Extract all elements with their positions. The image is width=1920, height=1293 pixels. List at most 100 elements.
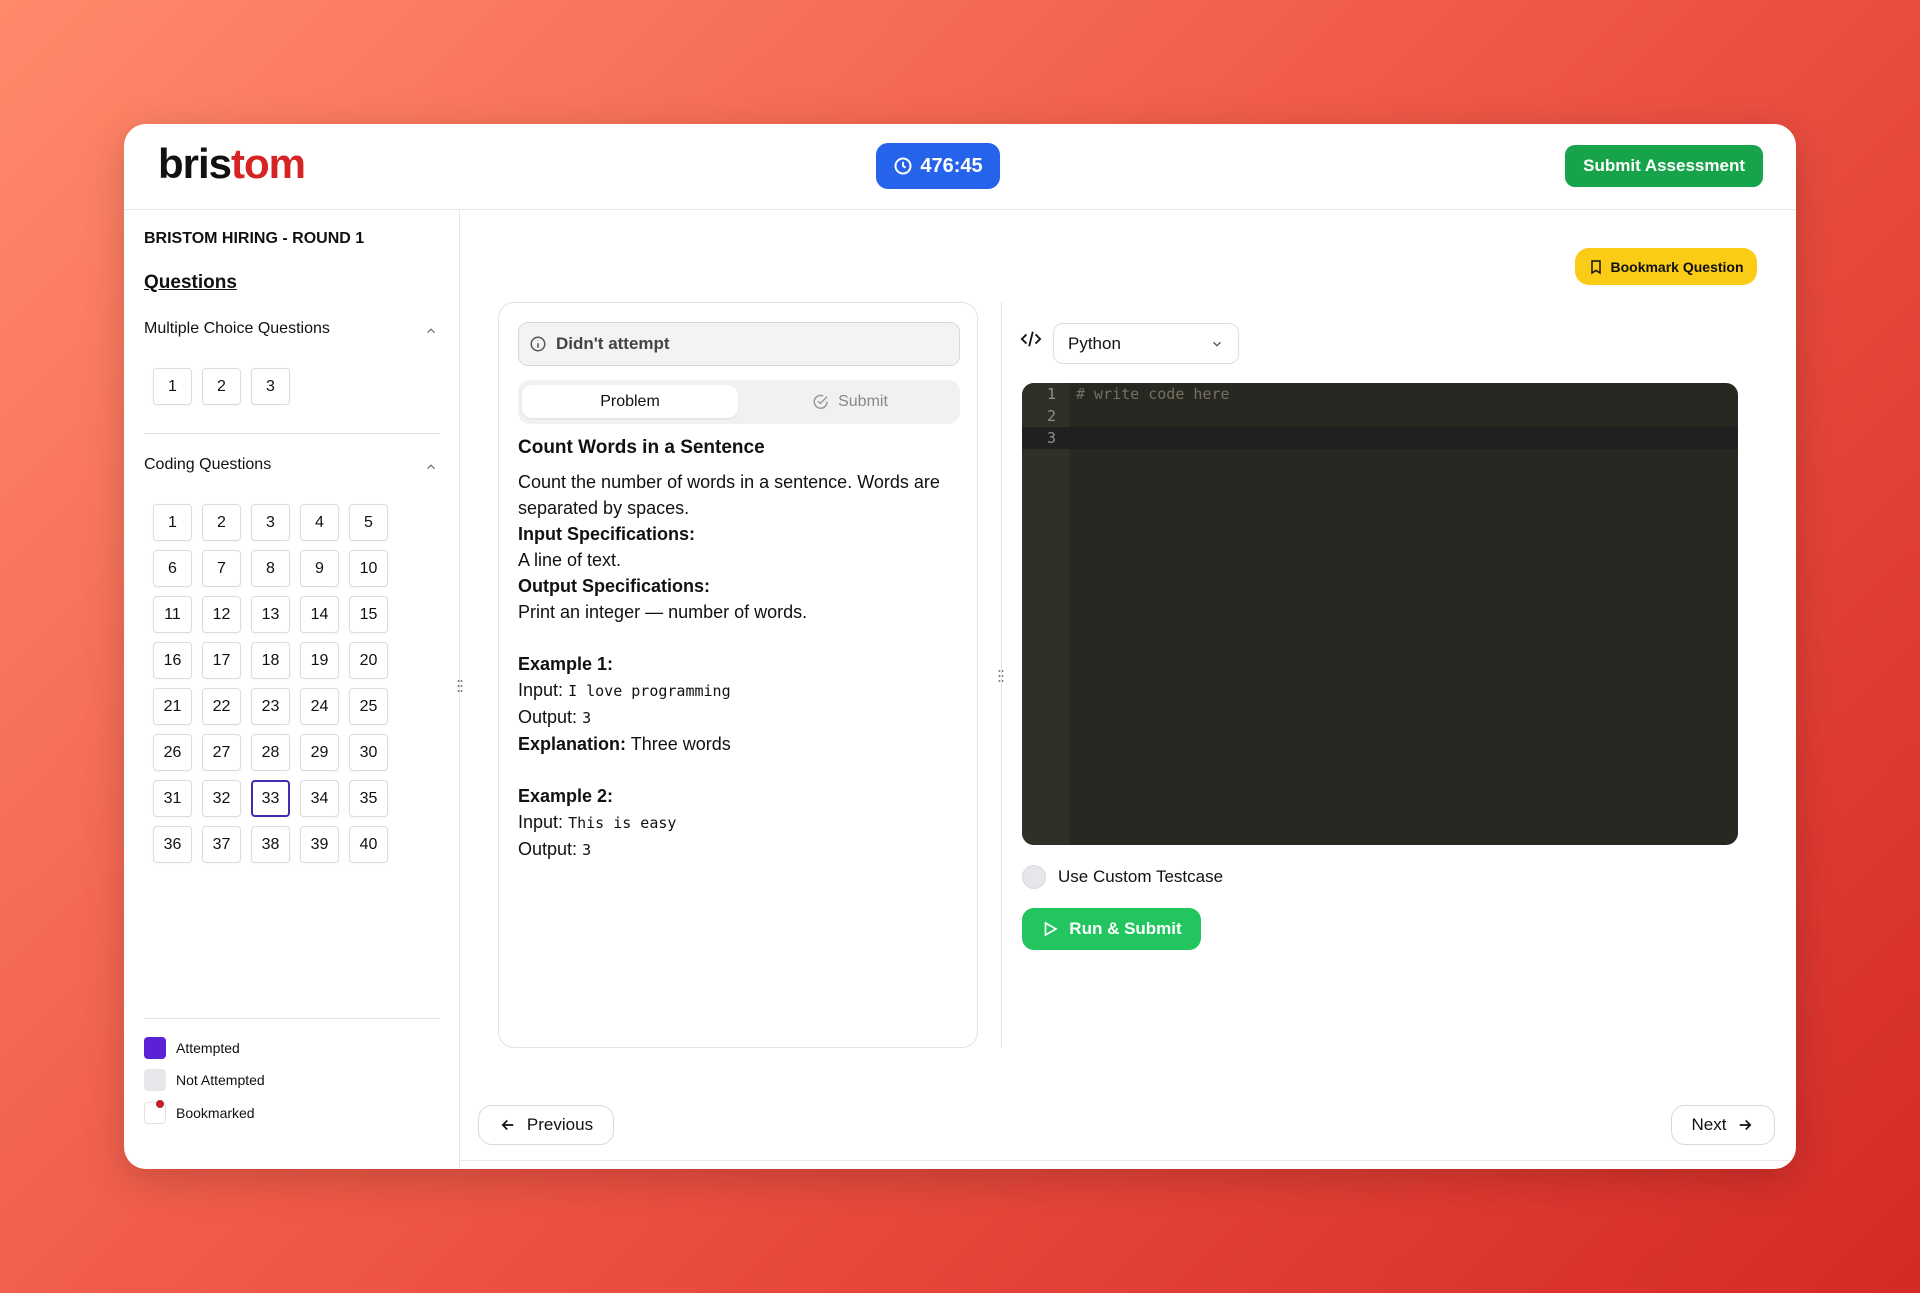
coding-question-button[interactable]: 25 <box>349 688 388 725</box>
coding-question-button[interactable]: 5 <box>349 504 388 541</box>
code-line-active[interactable]: 3 <box>1022 427 1738 449</box>
example1-input-value: I love programming <box>568 682 731 700</box>
coding-question-button[interactable]: 27 <box>202 734 241 771</box>
tab-problem[interactable]: Problem <box>522 385 738 418</box>
coding-question-button[interactable]: 22 <box>202 688 241 725</box>
coding-question-button[interactable]: 15 <box>349 596 388 633</box>
code-line[interactable]: 2 <box>1022 405 1738 427</box>
footer-divider <box>460 1160 1796 1161</box>
line-number: 3 <box>1046 429 1056 447</box>
example1-explanation-text: Three words <box>630 734 731 754</box>
attempt-status: Didn't attempt <box>518 322 960 366</box>
chevron-up-icon[interactable] <box>424 460 438 474</box>
coding-section-heading[interactable]: Coding Questions <box>144 456 271 474</box>
play-icon <box>1044 921 1058 937</box>
coding-question-button[interactable]: 3 <box>251 504 290 541</box>
coding-question-button[interactable]: 33 <box>251 780 290 817</box>
next-button[interactable]: Next <box>1671 1105 1775 1145</box>
example2-label: Example 2: <box>518 786 614 806</box>
tab-submit[interactable]: Submit <box>744 385 956 418</box>
coding-question-button[interactable]: 29 <box>300 734 339 771</box>
example2-input: Input: This is easy <box>518 809 968 836</box>
coding-question-button[interactable]: 30 <box>349 734 388 771</box>
coding-question-button[interactable]: 10 <box>349 550 388 587</box>
coding-question-button[interactable]: 16 <box>153 642 192 679</box>
coding-question-button[interactable]: 24 <box>300 688 339 725</box>
coding-question-button[interactable]: 38 <box>251 826 290 863</box>
attempted-swatch <box>144 1037 166 1059</box>
round-title: BRISTOM HIRING - ROUND 1 <box>144 230 365 247</box>
coding-question-button[interactable]: 7 <box>202 550 241 587</box>
coding-question-button[interactable]: 39 <box>300 826 339 863</box>
example2-output-value: 3 <box>582 841 592 859</box>
question-sidebar: BRISTOM HIRING - ROUND 1 Questions Multi… <box>124 210 460 1169</box>
line-gutter <box>1022 383 1070 845</box>
legend-bookmarked: Bookmarked <box>144 1100 255 1124</box>
coding-question-button[interactable]: 26 <box>153 734 192 771</box>
coding-question-button[interactable]: 36 <box>153 826 192 863</box>
next-label: Next <box>1691 1115 1727 1134</box>
coding-question-button[interactable]: 1 <box>153 504 192 541</box>
tab-submit-label: Submit <box>838 392 888 410</box>
custom-testcase-label: Use Custom Testcase <box>1058 867 1224 886</box>
output-label: Output: <box>518 839 578 859</box>
bookmark-icon <box>1591 259 1602 274</box>
previous-button[interactable]: Previous <box>478 1105 614 1145</box>
coding-question-button[interactable]: 21 <box>153 688 192 725</box>
legend-not-attempted: Not Attempted <box>144 1069 265 1091</box>
mcq-question-button[interactable]: 2 <box>202 368 241 405</box>
custom-testcase-toggle[interactable] <box>1022 865 1046 889</box>
mcq-section-heading[interactable]: Multiple Choice Questions <box>144 320 330 338</box>
example1-label: Example 1: <box>518 654 614 674</box>
code-line[interactable]: 1 # write code here <box>1022 383 1738 405</box>
coding-question-button[interactable]: 28 <box>251 734 290 771</box>
logo-part1: bris <box>158 140 232 187</box>
coding-question-button[interactable]: 6 <box>153 550 192 587</box>
input-label: Input: <box>518 812 564 832</box>
coding-question-button[interactable]: 18 <box>251 642 290 679</box>
top-header: bristom 476:45 Submit Assessment <box>124 124 1796 210</box>
coding-question-button[interactable]: 31 <box>153 780 192 817</box>
chevron-up-icon[interactable] <box>424 324 438 338</box>
run-submit-button[interactable]: Run & Submit <box>1022 908 1201 950</box>
mcq-question-button[interactable]: 3 <box>251 368 290 405</box>
coding-question-button[interactable]: 13 <box>251 596 290 633</box>
custom-testcase-row: Use Custom Testcase <box>1022 865 1223 889</box>
coding-question-button[interactable]: 20 <box>349 642 388 679</box>
coding-question-button[interactable]: 4 <box>300 504 339 541</box>
bookmark-label: Bookmark Question <box>1610 258 1744 275</box>
legend-divider <box>144 1018 440 1019</box>
language-select[interactable]: Python <box>1053 323 1239 364</box>
coding-question-button[interactable]: 9 <box>300 550 339 587</box>
coding-question-button[interactable]: 17 <box>202 642 241 679</box>
mcq-question-grid: 123 <box>153 368 388 405</box>
code-editor[interactable]: 1 # write code here 2 3 <box>1022 383 1738 845</box>
legend-not-attempted-label: Not Attempted <box>176 1072 265 1088</box>
coding-question-button[interactable]: 32 <box>202 780 241 817</box>
coding-question-button[interactable]: 8 <box>251 550 290 587</box>
coding-question-button[interactable]: 11 <box>153 596 192 633</box>
sidebar-resize-handle[interactable] <box>457 679 463 693</box>
coding-question-button[interactable]: 12 <box>202 596 241 633</box>
line-number: 1 <box>1046 385 1056 403</box>
problem-title: Count Words in a Sentence <box>518 437 765 458</box>
coding-question-button[interactable]: 14 <box>300 596 339 633</box>
submit-assessment-button[interactable]: Submit Assessment <box>1565 145 1763 187</box>
code-icon <box>1020 331 1042 347</box>
mcq-question-button[interactable]: 1 <box>153 368 192 405</box>
coding-question-button[interactable]: 2 <box>202 504 241 541</box>
coding-question-button[interactable]: 35 <box>349 780 388 817</box>
assessment-window: bristom 476:45 Submit Assessment BRISTOM… <box>124 124 1796 1169</box>
example1-input: Input: I love programming <box>518 677 968 704</box>
timer-value: 476:45 <box>920 154 983 177</box>
coding-question-button[interactable]: 23 <box>251 688 290 725</box>
bookmark-question-button[interactable]: Bookmark Question <box>1575 248 1757 285</box>
example2-input-value: This is easy <box>568 814 677 832</box>
coding-question-button[interactable]: 40 <box>349 826 388 863</box>
coding-question-button[interactable]: 34 <box>300 780 339 817</box>
example1-output: Output: 3 <box>518 704 968 731</box>
coding-question-button[interactable]: 37 <box>202 826 241 863</box>
questions-heading: Questions <box>144 272 237 293</box>
coding-question-button[interactable]: 19 <box>300 642 339 679</box>
output-label: Output: <box>518 707 578 727</box>
